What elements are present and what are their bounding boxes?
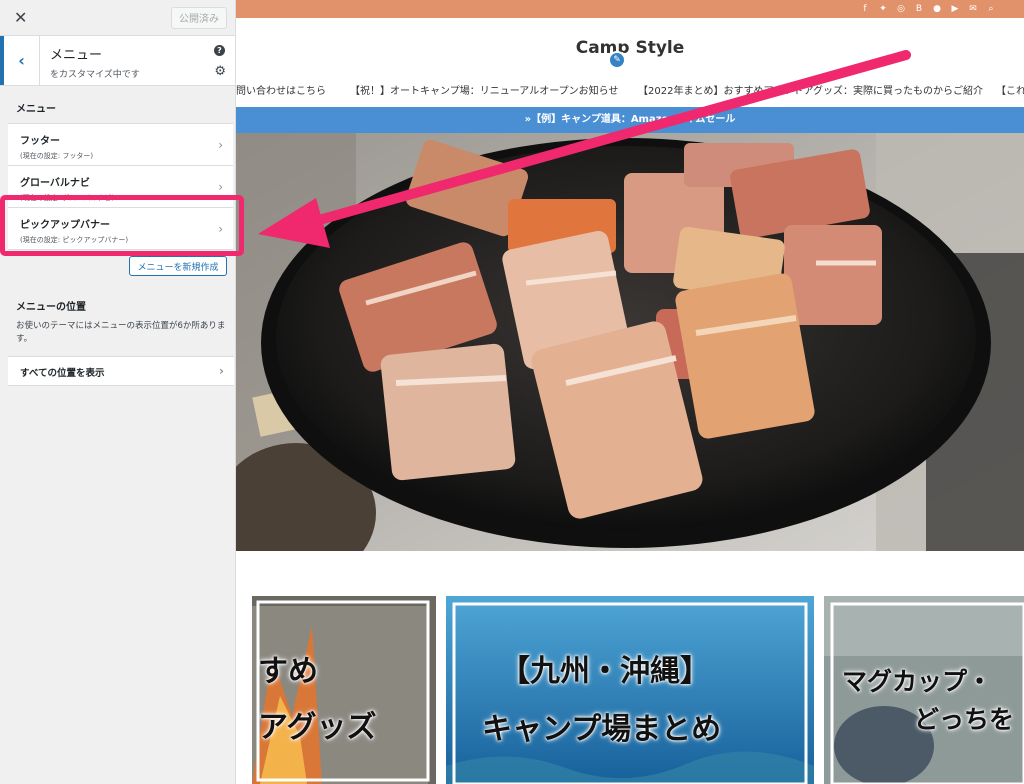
facebook-icon[interactable]: f	[860, 4, 870, 14]
chevron-right-icon: ›	[218, 180, 223, 194]
line-icon[interactable]: ●	[932, 4, 942, 14]
chevron-right-icon: ›	[219, 364, 224, 378]
card-2-title-line1: 【九州・沖縄】	[500, 654, 710, 689]
pickup-cards: すめ アグッズ 【九州・沖縄】 キャンプ場まとめ マグカップ・ どっちを	[252, 596, 1024, 784]
nav-item-2022-summary[interactable]: 【2022年まとめ】おすすめアウトドアグッズ：実際に買ったものからご紹介	[638, 82, 983, 97]
pickup-card-3[interactable]: マグカップ・ どっちを	[824, 596, 1024, 784]
youtube-icon[interactable]: ▶	[950, 4, 960, 14]
card-2-title-line2: キャンプ場まとめ	[482, 712, 722, 747]
card-3-title-line1: マグカップ・	[842, 667, 993, 696]
mail-icon[interactable]: ✉	[968, 4, 978, 14]
nav-item-contact[interactable]: 問い合わせはこちら	[236, 82, 326, 97]
menu-list: フッター (現在の設定: フッター) › グローバルナビ (現在の設定: グロー…	[8, 123, 233, 250]
pickup-card-1[interactable]: すめ アグッズ	[252, 596, 436, 784]
create-new-menu-button[interactable]: メニューを新規作成	[129, 256, 227, 276]
card-3-title-line2: どっちを	[914, 705, 1015, 734]
menu-item-name: ピックアップバナー	[20, 220, 110, 231]
publish-button[interactable]: 公開済み	[171, 6, 227, 29]
menu-item-pickup-banner[interactable]: ピックアップバナー (現在の設定: ピックアップバナー) ›	[8, 208, 233, 250]
back-icon[interactable]: ‹	[0, 36, 40, 85]
view-all-locations-button[interactable]: すべての位置を表示 ›	[8, 356, 234, 386]
panel-subtitle: をカスタマイズ中です	[50, 70, 140, 80]
card-1-title-line1: すめ	[258, 654, 318, 689]
hero-image	[236, 133, 1024, 551]
card-1-title-line2: アグッズ	[258, 710, 377, 745]
close-icon[interactable]: ✕	[14, 8, 27, 27]
customizer-sidebar: ✕ 公開済み ‹ メニュー をカスタマイズ中です ? ⚙ メニュー フッター (…	[0, 0, 236, 784]
global-nav: 問い合わせはこちら 【祝！】オートキャンプ場：リニューアルオープンお知らせ 【2…	[236, 82, 1024, 98]
menus-section-title: メニュー	[16, 104, 56, 115]
menu-item-name: フッター	[20, 136, 60, 147]
menu-item-location: (現在の設定: グローバルナビ)	[20, 194, 114, 202]
search-icon[interactable]: ⌕	[986, 4, 996, 14]
instagram-icon[interactable]: ◎	[896, 4, 906, 14]
help-icon[interactable]: ?	[214, 45, 225, 56]
panel-header: ‹ メニュー をカスタマイズ中です ? ⚙	[0, 36, 235, 86]
menu-item-name: グローバルナビ	[20, 178, 90, 189]
site-preview: f ✦ ◎ B ● ▶ ✉ ⌕ Camp Style ✎ 問い合わせはこちら 【…	[236, 0, 1024, 784]
hatena-icon[interactable]: B	[914, 4, 924, 14]
nav-item-renewal[interactable]: 【祝！】オートキャンプ場：リニューアルオープンお知らせ	[350, 82, 618, 97]
edit-shortcut-icon[interactable]: ✎	[608, 51, 626, 69]
social-bar: f ✦ ◎ B ● ▶ ✉ ⌕	[236, 0, 1024, 18]
menu-item-global-nav[interactable]: グローバルナビ (現在の設定: グローバルナビ) ›	[8, 166, 233, 208]
chevron-right-icon: ›	[218, 138, 223, 152]
menu-item-location: (現在の設定: ピックアップバナー)	[20, 236, 129, 244]
panel-title: メニュー	[50, 48, 103, 63]
site-title[interactable]: Camp Style	[236, 38, 1024, 58]
pickup-card-2[interactable]: 【九州・沖縄】 キャンプ場まとめ	[446, 596, 814, 784]
menu-item-footer[interactable]: フッター (現在の設定: フッター) ›	[8, 124, 233, 166]
view-all-locations-label: すべての位置を表示	[20, 368, 105, 379]
twitter-icon[interactable]: ✦	[878, 4, 888, 14]
gear-icon[interactable]: ⚙	[214, 65, 226, 78]
nav-item-next[interactable]: 【これ	[996, 82, 1024, 97]
chevron-right-icon: ›	[218, 222, 223, 236]
menu-item-location: (現在の設定: フッター)	[20, 152, 94, 160]
menu-locations-description: お使いのテーマにはメニューの表示位置が6か所あります。	[16, 321, 226, 344]
pickup-banner-link[interactable]: »【例】キャンプ道具：Amazonタイムセール	[236, 107, 1024, 133]
customizer-header: ✕ 公開済み	[0, 0, 235, 36]
menu-locations-title: メニューの位置	[16, 302, 86, 313]
